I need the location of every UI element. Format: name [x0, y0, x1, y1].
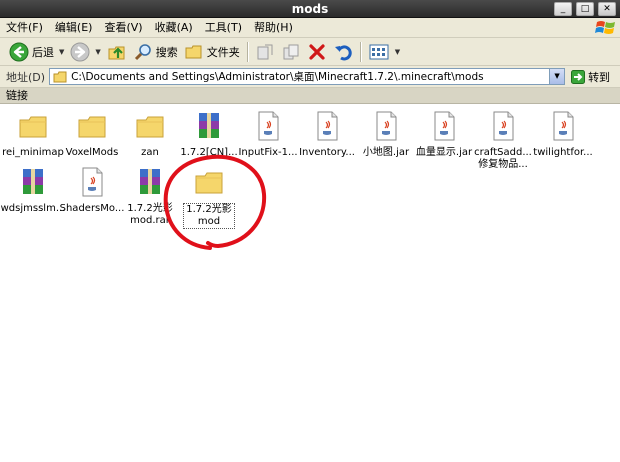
forward-arrow-icon — [70, 42, 90, 61]
file-label: twilightfor... — [533, 147, 593, 158]
file-label: 血量显示.jar — [415, 147, 473, 158]
go-arrow-icon — [571, 69, 586, 84]
file-item[interactable]: VoxelMods — [59, 110, 125, 159]
copy-to-icon — [283, 44, 299, 59]
chevron-down-icon[interactable]: ▼ — [59, 48, 64, 56]
file-item[interactable]: rei_minimap — [0, 110, 66, 159]
menu-file[interactable]: 文件(F) — [0, 19, 49, 37]
title-bar: mods _ □ ✕ — [0, 0, 620, 18]
file-label: wdsjmsslm... — [0, 203, 66, 214]
winrar-archive-icon — [140, 169, 160, 194]
back-label: 后退 — [32, 45, 54, 59]
java-jar-icon — [82, 167, 103, 197]
undo-button[interactable] — [330, 40, 356, 64]
file-label: 1.7.2[CN]... — [180, 147, 238, 158]
copy-to-button[interactable] — [278, 40, 304, 64]
minimize-button[interactable]: _ — [554, 2, 572, 16]
search-button[interactable]: 搜索 — [130, 40, 181, 64]
file-item[interactable]: 1.7.2[CN]... — [176, 110, 242, 159]
maximize-button[interactable]: □ — [576, 2, 594, 16]
forward-button[interactable]: ▼ — [67, 40, 103, 64]
move-to-icon — [257, 44, 273, 59]
java-jar-icon — [376, 111, 397, 141]
file-item[interactable]: 1.7.2光影 mod.rar — [117, 166, 183, 227]
address-bar: 地址(D) C:\Documents and Settings\Administ… — [0, 66, 620, 88]
search-label: 搜索 — [155, 45, 178, 59]
delete-icon — [309, 43, 325, 60]
up-folder-button[interactable] — [104, 40, 130, 64]
menu-tools[interactable]: 工具(T) — [199, 19, 248, 37]
file-item[interactable]: wdsjmsslm... — [0, 166, 66, 215]
go-label: 转到 — [588, 70, 611, 84]
file-item[interactable]: ShadersMo... — [59, 166, 125, 215]
file-item-selected[interactable]: 1.7.2光影 mod — [176, 166, 242, 229]
file-item[interactable]: craftSadd... 修复物品... — [470, 110, 536, 171]
toolbar-separator — [246, 41, 248, 62]
file-label: VoxelMods — [65, 147, 119, 158]
views-icon — [369, 44, 389, 59]
address-label: 地址(D) — [6, 70, 46, 84]
back-button[interactable]: 后退 ▼ — [6, 40, 67, 64]
window-title: mods — [291, 2, 329, 16]
chevron-down-icon[interactable]: ▼ — [95, 48, 100, 56]
file-item[interactable]: InputFix-1... — [235, 110, 301, 159]
menu-edit[interactable]: 编辑(E) — [49, 19, 99, 37]
file-label: InputFix-1... — [238, 147, 298, 158]
search-icon — [134, 43, 151, 60]
file-label: 小地图.jar — [362, 147, 410, 158]
folders-button[interactable]: 文件夹 — [181, 40, 243, 64]
file-item[interactable]: zan — [117, 110, 183, 159]
toolbar: 后退 ▼ ▼ 搜索 文件夹 ▼ — [0, 38, 620, 66]
java-jar-icon — [317, 111, 338, 141]
windows-logo-icon — [595, 21, 615, 34]
links-label[interactable]: 链接 — [6, 89, 28, 102]
toolbar-separator — [359, 41, 361, 62]
folder-icon — [136, 116, 164, 138]
file-label: 1.7.2光影 mod — [183, 203, 235, 229]
go-button[interactable]: 转到 — [571, 69, 610, 85]
close-button[interactable]: ✕ — [598, 2, 616, 16]
file-item[interactable]: Inventory... — [294, 110, 360, 159]
java-jar-icon — [493, 111, 514, 141]
file-view[interactable]: rei_minimap VoxelMods zan 1.7.2[CN]... I… — [0, 104, 620, 462]
menu-bar: 文件(F) 编辑(E) 查看(V) 收藏(A) 工具(T) 帮助(H) — [0, 18, 620, 38]
file-item[interactable]: twilightfor... — [530, 110, 596, 159]
file-item[interactable]: 小地图.jar — [353, 110, 419, 159]
address-path: C:\Documents and Settings\Administrator\… — [71, 71, 484, 83]
winrar-archive-icon — [23, 169, 43, 194]
chevron-down-icon[interactable]: ▼ — [395, 48, 400, 56]
folder-icon — [78, 116, 106, 138]
folder-icon — [195, 172, 223, 194]
file-label: rei_minimap — [2, 147, 64, 158]
folders-icon — [185, 45, 202, 58]
file-label: Inventory... — [299, 147, 355, 158]
back-arrow-icon — [9, 42, 29, 61]
links-bar: 链接 — [0, 88, 620, 104]
delete-button[interactable] — [304, 40, 330, 64]
move-to-button[interactable] — [252, 40, 278, 64]
address-dropdown-icon[interactable]: ▼ — [549, 69, 565, 84]
java-jar-icon — [434, 111, 455, 141]
file-label: craftSadd... 修复物品... — [474, 147, 532, 170]
file-label: 1.7.2光影 mod.rar — [127, 203, 173, 226]
file-label: zan — [141, 147, 159, 158]
winrar-archive-icon — [199, 113, 219, 138]
folders-label: 文件夹 — [206, 45, 240, 59]
java-jar-icon — [553, 111, 574, 141]
menu-help[interactable]: 帮助(H) — [248, 19, 299, 37]
file-label: ShadersMo... — [59, 203, 125, 214]
views-button[interactable]: ▼ — [365, 40, 403, 64]
folder-icon — [53, 71, 67, 82]
java-jar-icon — [258, 111, 279, 141]
address-input[interactable]: C:\Documents and Settings\Administrator\… — [49, 68, 566, 85]
menu-view[interactable]: 查看(V) — [98, 19, 148, 37]
undo-icon — [334, 44, 352, 60]
menu-favorites[interactable]: 收藏(A) — [149, 19, 199, 37]
file-item[interactable]: 血量显示.jar — [411, 110, 477, 159]
up-folder-icon — [108, 46, 125, 59]
folder-icon — [19, 116, 47, 138]
